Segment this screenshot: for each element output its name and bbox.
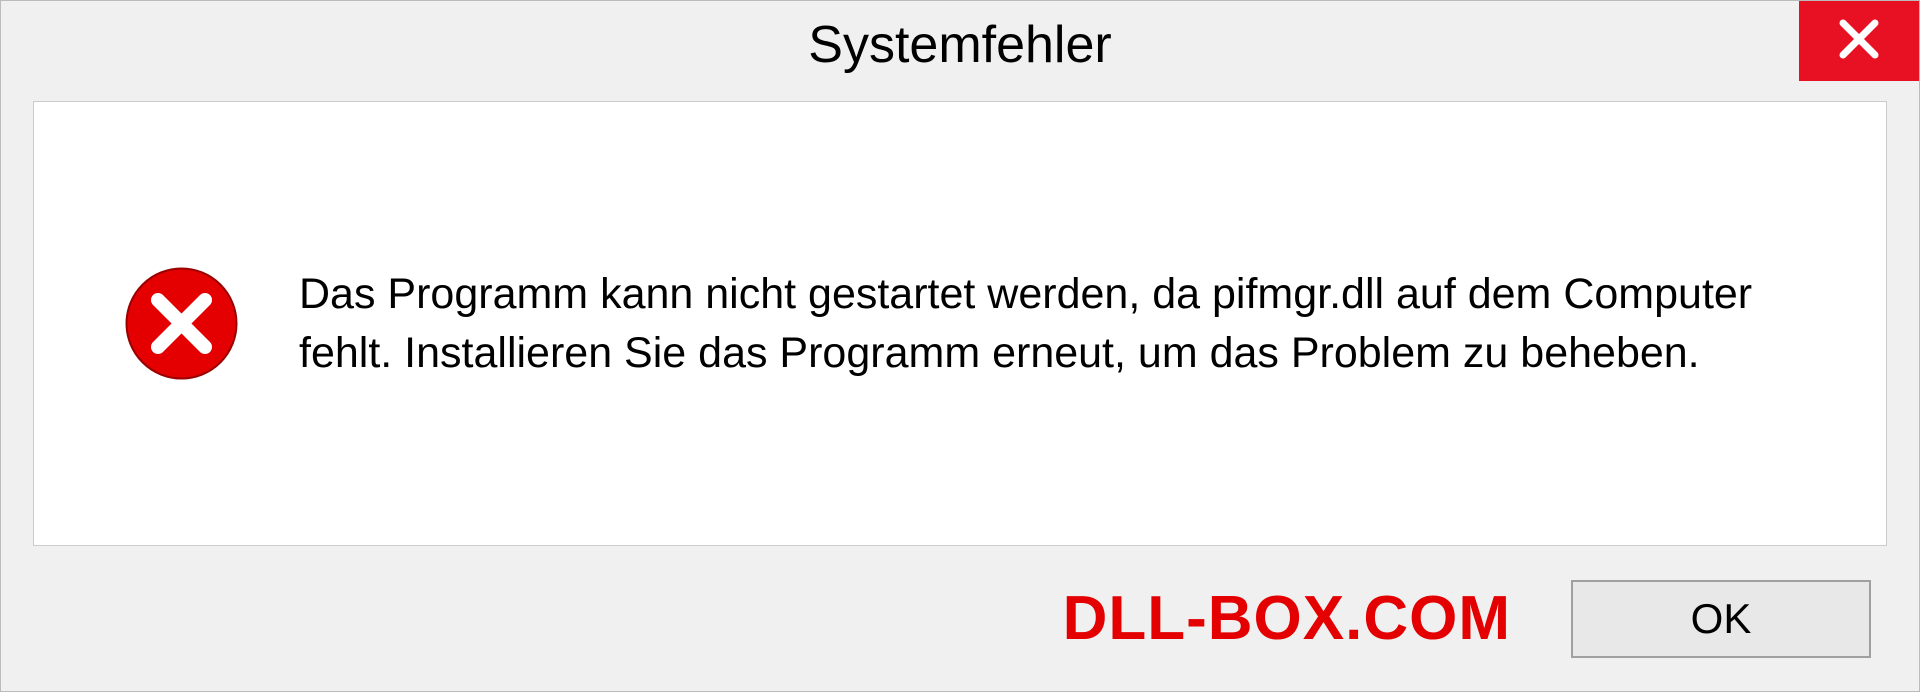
error-icon — [124, 266, 239, 381]
dialog-footer: DLL-BOX.COM OK — [1, 546, 1919, 691]
ok-button[interactable]: OK — [1571, 580, 1871, 658]
error-dialog: Systemfehler Das Programm kann nicht ges… — [0, 0, 1920, 692]
content-area: Das Programm kann nicht gestartet werden… — [33, 101, 1887, 546]
dialog-title: Systemfehler — [808, 15, 1111, 75]
titlebar: Systemfehler — [1, 1, 1919, 89]
watermark-text: DLL-BOX.COM — [1063, 583, 1511, 654]
close-icon — [1835, 15, 1883, 68]
error-message: Das Programm kann nicht gestartet werden… — [299, 265, 1806, 381]
close-button[interactable] — [1799, 1, 1919, 81]
